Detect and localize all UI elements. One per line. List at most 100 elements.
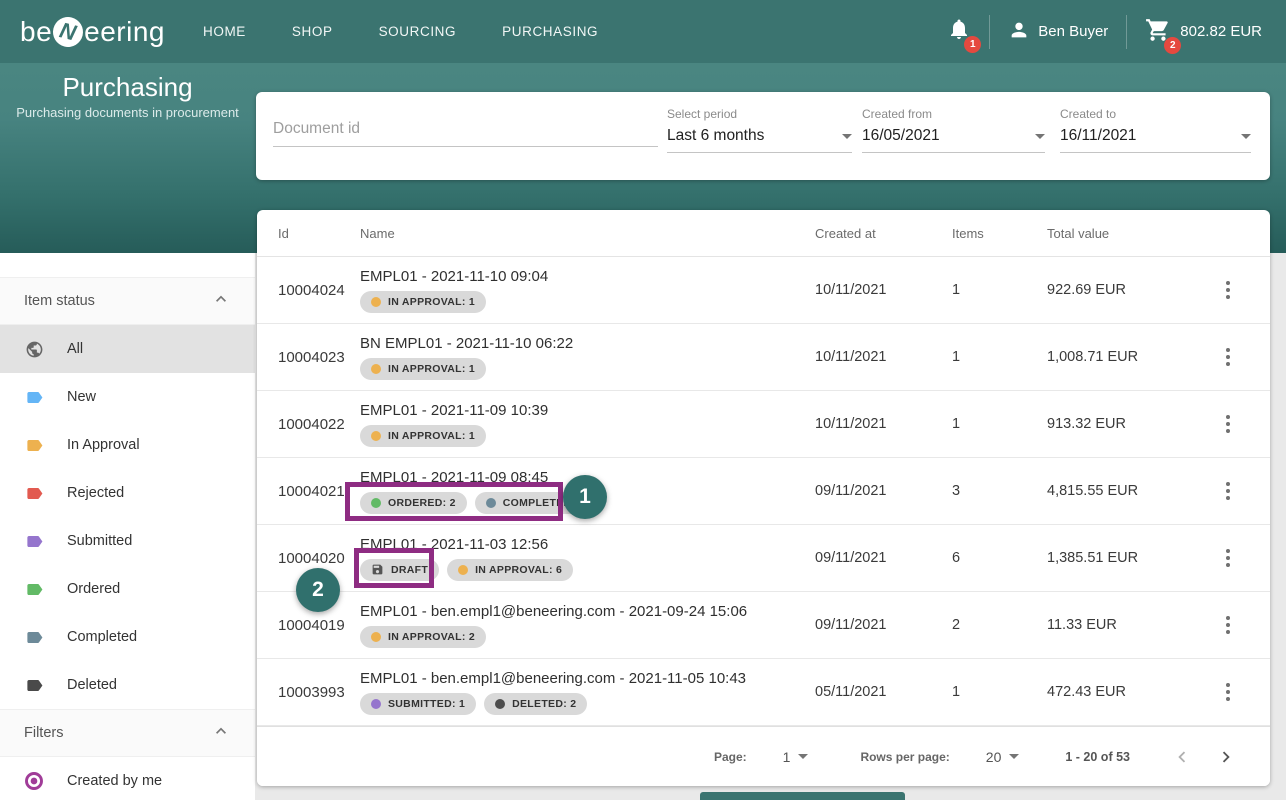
created-at: 10/11/2021 — [815, 282, 887, 298]
next-page-button[interactable] — [1214, 745, 1238, 769]
row-menu-button[interactable] — [1220, 610, 1236, 640]
sidebar: Item status All New In Approval Rejected Sub… — [0, 253, 255, 800]
created-at: 10/11/2021 — [815, 416, 887, 432]
filters-list: Created by me — [0, 757, 255, 800]
filter-bar: Select period Last 6 months Created from… — [256, 92, 1270, 180]
chevron-up-icon — [211, 289, 231, 314]
sidebar-item-new[interactable]: New — [0, 373, 255, 421]
page-select[interactable]: 1 — [783, 749, 809, 765]
chevron-down-icon — [1035, 133, 1045, 139]
doc-name: EMPL01 - ben.empl1@beneering.com - 2021-… — [360, 669, 747, 687]
pagination-range: 1 - 20 of 53 — [1065, 749, 1130, 764]
doc-id: 10004024 — [278, 281, 345, 299]
table-row[interactable]: 10004019 EMPL01 - ben.empl1@beneering.com… — [257, 592, 1270, 659]
document-id-input[interactable] — [273, 120, 658, 147]
row-menu-button[interactable] — [1220, 275, 1236, 305]
total-value: 913.32 EUR — [1047, 416, 1126, 432]
total-value: 11.33 EUR — [1047, 617, 1117, 633]
period-value: Last 6 months — [667, 127, 765, 144]
sidebar-item-rejected[interactable]: Rejected — [0, 469, 255, 517]
sidebar-item-label: New — [67, 389, 97, 405]
logo-n-icon: N — [49, 13, 87, 50]
items-count: 3 — [952, 483, 961, 499]
nav-menu: HOME SHOP SOURCING PURCHASING — [203, 24, 598, 39]
rows-per-page-label: Rows per page: — [860, 749, 950, 764]
label-icon — [24, 435, 44, 455]
label-icon — [24, 531, 44, 551]
status-dot-icon — [371, 430, 381, 441]
cart-button[interactable]: 2 802.82 EUR — [1145, 17, 1262, 54]
annotation-callout-1: 1 — [563, 475, 607, 519]
item-status-section-header[interactable]: Item status — [0, 277, 255, 325]
sidebar-item-deleted[interactable]: Deleted — [0, 661, 255, 709]
row-menu-button[interactable] — [1220, 543, 1236, 573]
sidebar-item-created-by-me[interactable]: Created by me — [0, 757, 255, 800]
cart-total: 802.82 EUR — [1180, 23, 1262, 40]
table-row[interactable]: 10004022 EMPL01 - 2021-11-09 10:39 IN APPR… — [257, 391, 1270, 458]
item-status-title: Item status — [24, 293, 95, 309]
table-pagination: Page: 1 Rows per page: 20 1 - 20 of 53 — [257, 726, 1270, 786]
sidebar-item-completed[interactable]: Completed — [0, 613, 255, 661]
annotation-rect-1 — [345, 482, 563, 521]
doc-name: EMPL01 - 2021-11-09 10:39 — [360, 401, 549, 419]
status-dot-icon — [371, 631, 381, 642]
status-badge: IN APPROVAL: 1 — [360, 357, 487, 380]
doc-name: EMPL01 - 2021-11-10 09:04 — [360, 267, 549, 285]
sidebar-item-label: Submitted — [67, 533, 133, 549]
sidebar-item-in-approval[interactable]: In Approval — [0, 421, 255, 469]
page-subtitle: Purchasing documents in procurement — [16, 105, 239, 120]
logo-text-pre: be — [20, 15, 53, 47]
table-header-row: Id Name Created at Items Total value — [257, 210, 1270, 257]
table-row[interactable]: 10003993 EMPL01 - ben.empl1@beneering.com… — [257, 659, 1270, 726]
nav-item-purchasing[interactable]: PURCHASING — [502, 24, 598, 39]
nav-item-sourcing[interactable]: SOURCING — [379, 24, 457, 39]
created-to-select[interactable]: Created to 16/11/2021 — [1060, 107, 1251, 153]
filters-section-header[interactable]: Filters — [0, 709, 255, 757]
items-count: 6 — [952, 550, 961, 566]
label-icon — [24, 483, 44, 503]
rows-per-page-select[interactable]: 20 — [986, 749, 1020, 765]
doc-id: 10003993 — [278, 683, 345, 701]
cart-count-badge: 2 — [1164, 36, 1182, 54]
sidebar-item-label: Created by me — [67, 773, 163, 789]
total-value: 922.69 EUR — [1047, 282, 1126, 298]
created-from-select[interactable]: Created from 16/05/2021 — [862, 107, 1045, 153]
row-menu-button[interactable] — [1220, 476, 1236, 506]
prev-page-button[interactable] — [1170, 745, 1194, 769]
globe-icon — [24, 339, 44, 359]
col-total-value: Total value — [1047, 225, 1110, 241]
total-value: 4,815.55 EUR — [1047, 483, 1139, 499]
period-select[interactable]: Select period Last 6 months — [667, 107, 852, 153]
user-name: Ben Buyer — [1038, 23, 1109, 40]
nav-item-home[interactable]: HOME — [203, 24, 246, 39]
sidebar-item-label: Completed — [67, 629, 138, 645]
row-menu-button[interactable] — [1220, 342, 1236, 372]
doc-name: BN EMPL01 - 2021-11-10 06:22 — [360, 334, 574, 352]
row-menu-button[interactable] — [1220, 409, 1236, 439]
filters-title: Filters — [24, 725, 64, 741]
doc-id: 10004023 — [278, 348, 345, 366]
sidebar-item-label: Rejected — [67, 485, 125, 501]
created-at: 09/11/2021 — [815, 550, 887, 566]
table-row[interactable]: 10004023 BN EMPL01 - 2021-11-10 06:22 IN A… — [257, 324, 1270, 391]
row-menu-button[interactable] — [1220, 677, 1236, 707]
table-row[interactable]: 10004024 EMPL01 - 2021-11-10 09:04 IN APPR… — [257, 257, 1270, 324]
sidebar-item-submitted[interactable]: Submitted — [0, 517, 255, 565]
logo-text-post: eering — [84, 15, 165, 47]
col-id: Id — [278, 225, 289, 241]
user-menu-button[interactable]: Ben Buyer — [1008, 19, 1108, 45]
status-badge: SUBMITTED: 1 — [360, 692, 477, 715]
nav-right: 1 Ben Buyer 2 802.82 EUR — [947, 14, 1262, 54]
item-status-list: All New In Approval Rejected Submitted Ordere… — [0, 325, 255, 709]
nav-item-shop[interactable]: SHOP — [292, 24, 333, 39]
status-dot-icon — [371, 363, 381, 374]
top-navbar: be Neering HOME SHOP SOURCING PURCHASING 1 B… — [0, 0, 1286, 63]
notifications-button[interactable]: 1 — [947, 17, 982, 53]
label-icon — [24, 579, 44, 599]
sidebar-item-ordered[interactable]: Ordered — [0, 565, 255, 613]
sidebar-item-label: Ordered — [67, 581, 121, 597]
annotation-callout-2: 2 — [296, 568, 340, 612]
app-logo[interactable]: be Neering — [20, 13, 165, 50]
col-items: Items — [952, 225, 984, 241]
sidebar-item-all[interactable]: All — [0, 325, 255, 373]
